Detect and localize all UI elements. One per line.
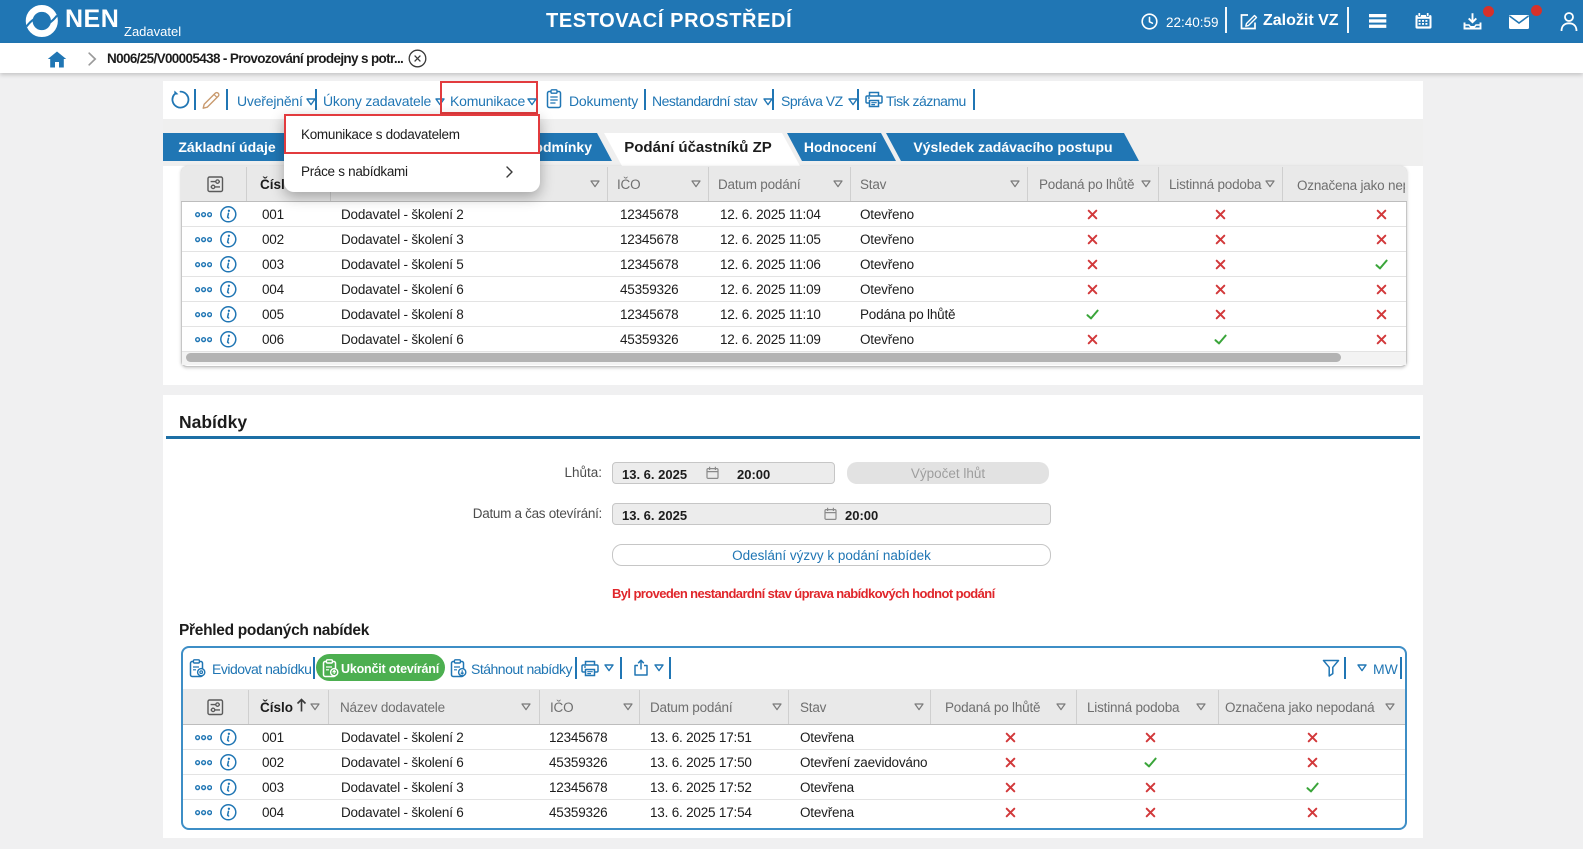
svg-text:Hodnocení: Hodnocení [804, 139, 877, 155]
svg-text:Základní údaje: Základní údaje [178, 139, 275, 155]
svg-text:Podání účastníků ZP: Podání účastníků ZP [624, 139, 772, 156]
svg-text:Výsledek zadávacího postupu: Výsledek zadávacího postupu [913, 139, 1112, 155]
